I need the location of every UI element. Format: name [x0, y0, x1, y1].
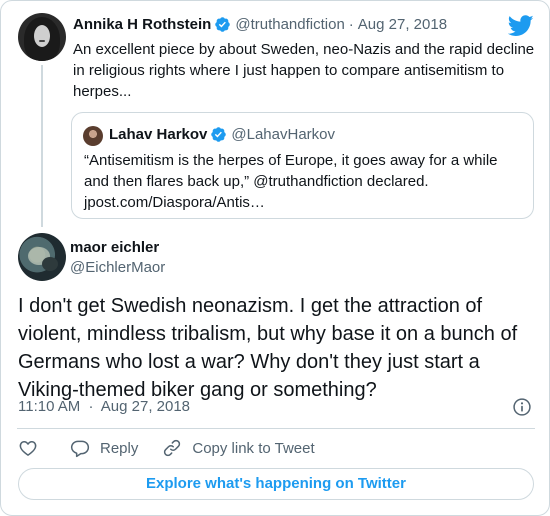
- copy-link-label: Copy link to Tweet: [192, 439, 315, 457]
- divider: [17, 428, 535, 429]
- quoted-tweet-text: “Antisemitism is the herpes of Europe, i…: [84, 152, 498, 211]
- tweet-actions: Reply Copy link to Tweet: [18, 437, 315, 459]
- quoted-author-name: Lahav Harkov: [109, 126, 208, 143]
- verified-badge-icon: [215, 17, 231, 32]
- tweet-text: I don't get Swedish neonazism. I get the…: [18, 295, 518, 401]
- thread-connector-line: [41, 65, 43, 227]
- meta-separator: ·: [88, 398, 94, 415]
- tweet-time: 11:10 AM: [18, 398, 81, 415]
- info-icon[interactable]: [512, 397, 532, 417]
- avatar[interactable]: [18, 233, 66, 281]
- parent-tweet-text: An excellent piece by about Sweden, neo-…: [73, 41, 535, 100]
- speech-bubble-icon: [70, 440, 90, 458]
- copy-link-button[interactable]: Copy link to Tweet: [162, 438, 315, 458]
- avatar[interactable]: [18, 13, 66, 61]
- like-button[interactable]: [18, 438, 38, 458]
- link-icon: [164, 439, 181, 457]
- author-handle[interactable]: @truthandfiction: [235, 16, 344, 33]
- explore-twitter-button[interactable]: Explore what's happening on Twitter: [18, 468, 534, 500]
- parent-tweet-header: Annika H Rothstein @truthandfiction · Au…: [73, 16, 447, 33]
- quoted-tweet[interactable]: Lahav Harkov @LahavHarkov “Antisemitism …: [71, 112, 534, 219]
- reply-label: Reply: [100, 439, 139, 457]
- tweet-date: Aug 27, 2018: [100, 398, 191, 415]
- quoted-tweet-header: Lahav Harkov @LahavHarkov: [109, 126, 335, 143]
- author-name[interactable]: maor eichler: [70, 239, 159, 256]
- avatar: [83, 126, 103, 146]
- quoted-author-handle: @LahavHarkov: [231, 126, 335, 143]
- author-name[interactable]: Annika H Rothstein: [73, 16, 211, 33]
- tweet-date[interactable]: Aug 27, 2018: [358, 16, 447, 33]
- heart-icon: [19, 441, 37, 456]
- twitter-bird-icon[interactable]: [508, 15, 534, 37]
- verified-badge-icon: [211, 127, 227, 142]
- meta-separator: ·: [348, 16, 354, 33]
- reply-button[interactable]: Reply: [70, 438, 138, 458]
- tweet-timestamp[interactable]: 11:10 AM · Aug 27, 2018: [18, 398, 190, 415]
- author-handle[interactable]: @EichlerMaor: [70, 259, 165, 276]
- embedded-tweet-card: Annika H Rothstein @truthandfiction · Au…: [0, 0, 550, 516]
